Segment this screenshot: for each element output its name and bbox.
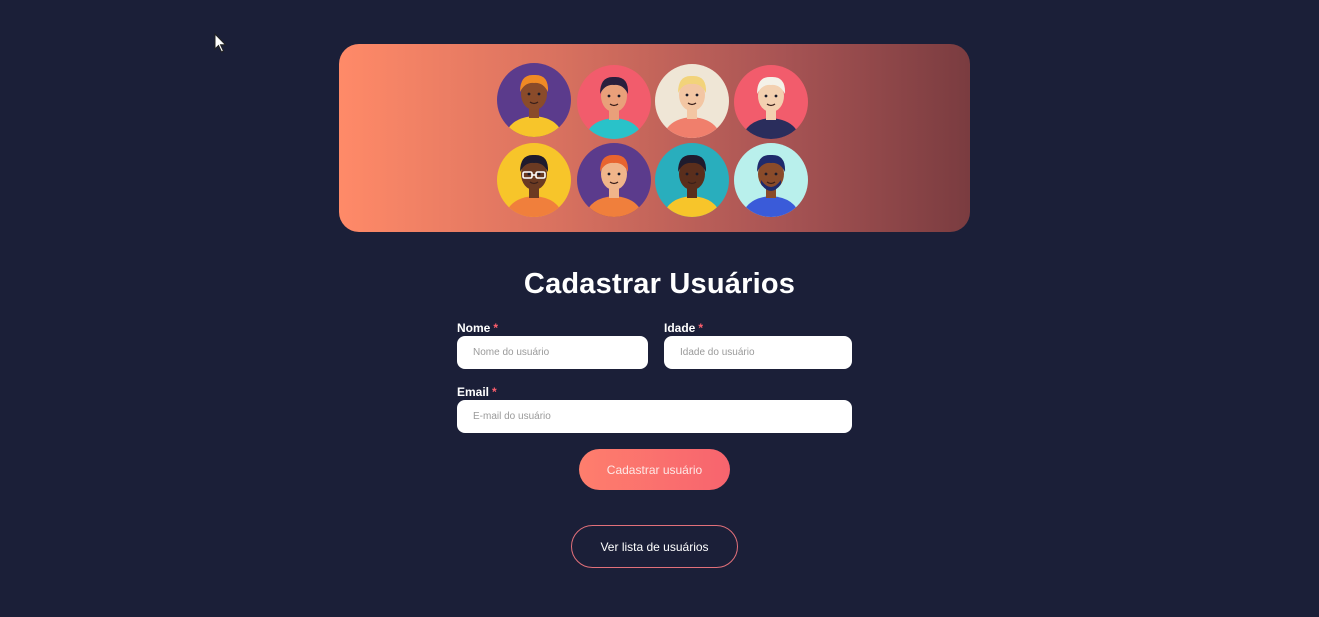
page-title: Cadastrar Usuários [523, 268, 796, 300]
idade-input[interactable] [664, 336, 852, 369]
avatar-grid [496, 62, 812, 218]
idade-required-mark: * [698, 321, 704, 335]
avatar-woman-blonde [654, 63, 730, 139]
nome-label: Nome * [457, 321, 498, 335]
avatar-man-white-hair [733, 64, 809, 140]
avatar-man-hoodie [654, 142, 730, 218]
email-input[interactable] [457, 400, 852, 433]
idade-label-text: Idade [664, 321, 696, 335]
nome-input[interactable] [457, 336, 648, 369]
mouse-cursor-icon [214, 33, 227, 53]
nome-required-mark: * [493, 321, 499, 335]
nome-label-text: Nome [457, 321, 491, 335]
email-required-mark: * [492, 385, 497, 399]
email-label: Email * [457, 385, 497, 399]
cadastrar-usuario-button[interactable]: Cadastrar usuário [579, 449, 730, 490]
avatar-man-glasses [496, 142, 572, 218]
avatar-woman-curly-orange [496, 62, 572, 138]
ver-lista-usuarios-button[interactable]: Ver lista de usuários [571, 525, 738, 568]
idade-label: Idade * [664, 321, 703, 335]
avatar-woman-cap [576, 64, 652, 140]
hero-banner [339, 44, 970, 232]
email-label-text: Email [457, 385, 490, 399]
page: Cadastrar Usuários Nome* Idade* Email* C… [0, 0, 1319, 617]
avatar-man-redhead [576, 142, 652, 218]
avatar-man-beard [733, 142, 809, 218]
